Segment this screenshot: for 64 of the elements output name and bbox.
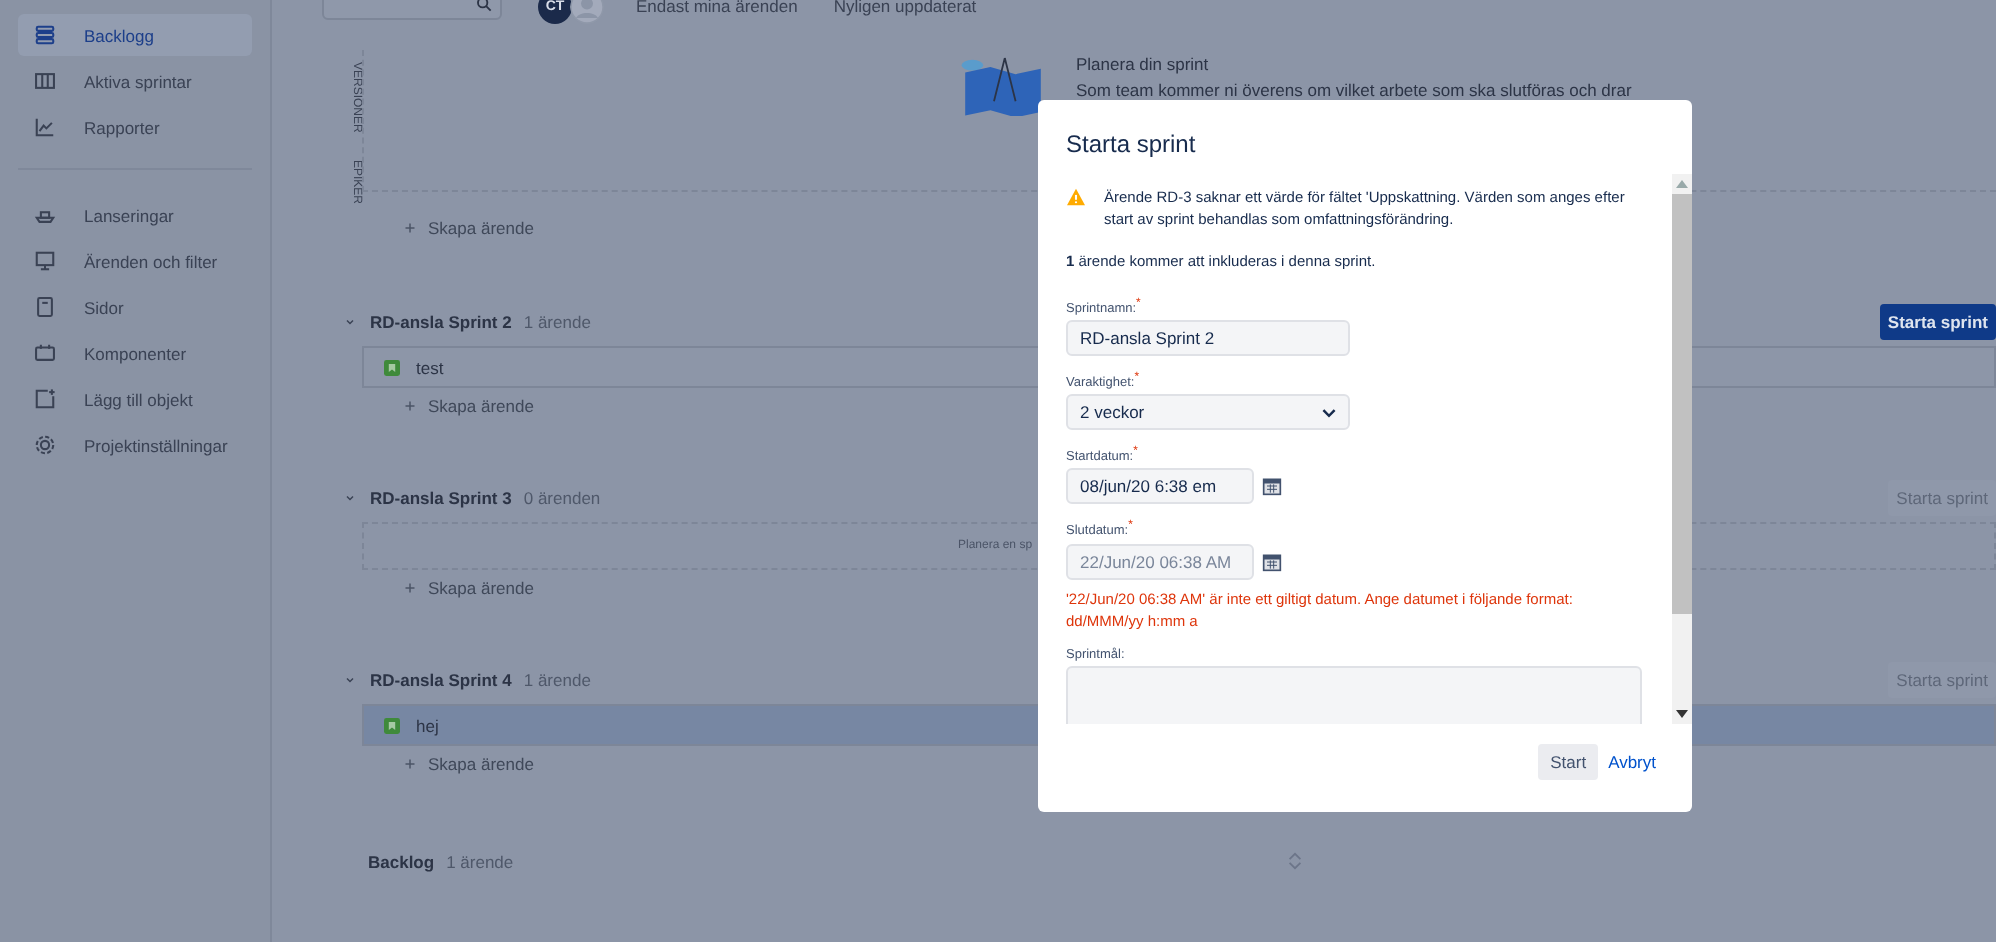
story-icon	[384, 359, 400, 376]
list-icon	[34, 24, 56, 46]
start-button[interactable]: Start	[1538, 744, 1599, 780]
plus-icon	[404, 582, 416, 595]
add-item-icon	[34, 388, 56, 410]
chevron-down-icon[interactable]	[344, 674, 356, 687]
scrollbar-thumb[interactable]	[1672, 194, 1692, 614]
issue-count: 1 ärende	[523, 312, 591, 333]
sprint-name: RD-ansla Sprint 4	[370, 670, 512, 691]
chevron-down-icon[interactable]	[344, 492, 356, 505]
promo-text: Som team kommer ni överens om vilket arbete som ska slutföras och drar	[1076, 80, 1632, 100]
create-issue-link[interactable]: Skapa ärende	[404, 394, 534, 419]
sidebar-item[interactable]: Aktiva sprintar	[18, 60, 252, 102]
required-asterisk: *	[1134, 372, 1140, 385]
search-icon	[476, 0, 492, 12]
promo-title: Planera din sprint	[1076, 54, 1211, 74]
sidebar-item[interactable]: Lägg till objekt	[18, 378, 252, 420]
plus-icon	[404, 222, 416, 235]
sidebar-item[interactable]: Backlogg	[18, 14, 252, 56]
dropdown[interactable]: 2 veckor	[1066, 394, 1350, 431]
create-issue-link[interactable]: Skapa ärende	[404, 576, 534, 601]
dialog-title: Starta sprint	[1066, 130, 1198, 162]
sidebar-item[interactable]: Lanseringar	[18, 194, 252, 236]
sprint-name: RD-ansla Sprint 2	[370, 312, 512, 333]
required-asterisk: *	[1133, 446, 1138, 459]
input-field[interactable]: RD-ansla Sprint 2	[1066, 320, 1350, 357]
issue-summary: test	[416, 357, 444, 378]
required-asterisk: *	[1136, 298, 1141, 310]
sidebar-item[interactable]: Projektinställningar	[18, 424, 252, 466]
issue-summary: hej	[416, 715, 439, 736]
quick-filter[interactable]: Nyligen uppdaterat	[833, 0, 977, 16]
calendar-icon	[34, 342, 56, 364]
plus-icon	[404, 758, 416, 771]
document-icon	[34, 296, 56, 318]
start-sprint-button[interactable]: Starta sprint	[1879, 304, 1996, 341]
story-icon	[384, 717, 400, 734]
backlog-title: Backlog	[368, 852, 435, 873]
date-field[interactable]: 08/jun/20 6:38 em	[1066, 468, 1254, 505]
warning-icon	[1066, 188, 1086, 206]
sidebar-item[interactable]: Komponenter	[18, 332, 252, 374]
scroll-down-icon[interactable]	[1674, 706, 1690, 722]
calendar-icon[interactable]	[1262, 476, 1282, 497]
sidebar-item[interactable]: Sidor	[18, 286, 252, 328]
issue-count: 0 ärenden	[523, 488, 601, 509]
caret-icon	[1322, 407, 1336, 418]
quick-filter[interactable]: Endast mina ärenden	[636, 0, 798, 16]
columns-icon	[34, 70, 56, 92]
sprint-name: RD-ansla Sprint 3	[370, 488, 512, 509]
chevron-down-icon[interactable]	[344, 316, 356, 329]
issue-count: 1 ärende	[523, 670, 591, 691]
issue-count: 1 ärende	[446, 852, 514, 873]
sidebar-item[interactable]: Ärenden och filter	[18, 240, 252, 282]
scrollbar[interactable]	[1672, 174, 1692, 724]
resize-handle-icon[interactable]	[1286, 852, 1304, 870]
plus-icon	[404, 400, 416, 413]
required-asterisk: *	[1128, 520, 1133, 533]
monitor-icon	[34, 250, 56, 272]
cancel-link[interactable]: Avbryt	[1608, 744, 1656, 780]
calendar-icon[interactable]	[1262, 551, 1282, 572]
create-issue-link[interactable]: Skapa ärende	[404, 752, 534, 777]
chart-icon	[34, 116, 56, 138]
sidebar-item[interactable]: Rapporter	[18, 106, 252, 148]
create-issue-link[interactable]: Skapa ärende	[404, 216, 534, 241]
settings-icon	[34, 434, 56, 456]
